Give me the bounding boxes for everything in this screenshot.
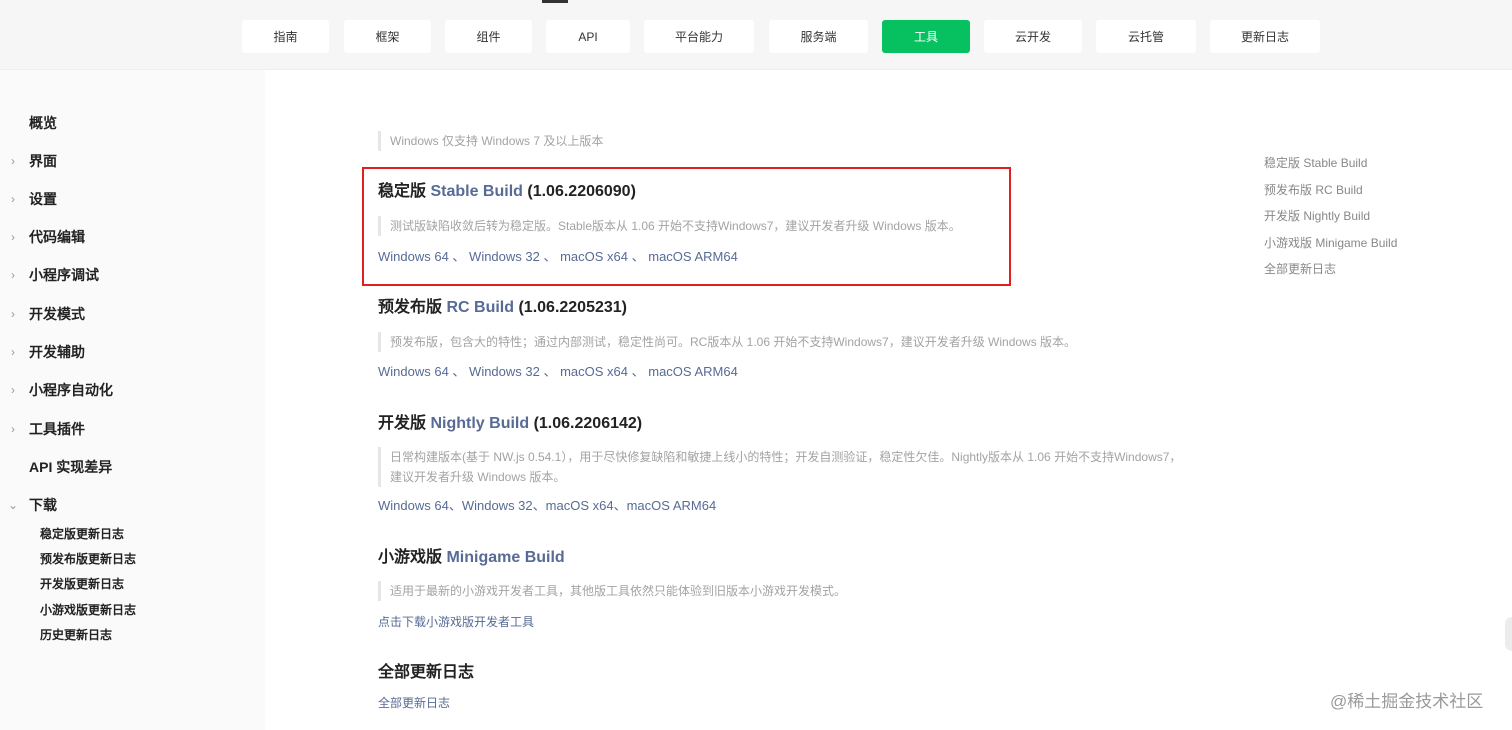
sidebar-item-overview[interactable]: 概览 xyxy=(29,113,57,133)
stable-version: (1.06.2206090) xyxy=(527,183,636,200)
rc-windows-32-link[interactable]: Windows 32 xyxy=(469,364,540,379)
link-separator: 、 xyxy=(628,249,649,264)
tab-tools[interactable]: 工具 xyxy=(882,20,970,53)
minigame-build-note: 适用于最新的小游戏开发者工具，其他版工具依然只能体验到旧版本小游戏开发模式。 xyxy=(378,581,846,601)
chevron-right-icon: › xyxy=(11,268,15,282)
tab-guide[interactable]: 指南 xyxy=(242,20,329,53)
chevron-right-icon: › xyxy=(11,230,15,244)
link-separator: 、 xyxy=(448,249,470,264)
sidebar-subitem-rc-log[interactable]: 预发布版更新日志 xyxy=(40,550,136,568)
toc-all-changelog[interactable]: 全部更新日志 xyxy=(1264,260,1336,278)
tab-cloud-hosting[interactable]: 云托管 xyxy=(1096,20,1196,53)
stable-macos-x64-link[interactable]: macOS x64 xyxy=(560,249,628,264)
tab-server[interactable]: 服务端 xyxy=(769,20,868,53)
toc-stable-build[interactable]: 稳定版 Stable Build xyxy=(1264,154,1367,172)
rc-macos-arm64-link[interactable]: macOS ARM64 xyxy=(648,364,738,379)
stable-title-en: Stable Build xyxy=(430,183,523,200)
rc-build-note: 预发布版，包含大的特性；通过内部测试，稳定性尚可。RC版本从 1.06 开始不支… xyxy=(378,332,1076,352)
minigame-build-title: 小游戏版 Minigame Build xyxy=(378,547,565,569)
main-content: Windows 仅支持 Windows 7 及以上版本 稳定版 Stable B… xyxy=(265,70,1250,730)
rc-title-cn: 预发布版 xyxy=(378,299,443,316)
stable-build-note: 测试版缺陷收敛后转为稳定版。Stable版本从 1.06 开始不支持Window… xyxy=(378,216,961,236)
sidebar-item-settings[interactable]: 设置 xyxy=(29,189,57,209)
rc-build-title: 预发布版 RC Build (1.06.2205231) xyxy=(378,297,627,319)
stable-windows-64-link[interactable]: Windows 64 xyxy=(378,249,449,264)
sidebar-item-automation[interactable]: 小程序自动化 xyxy=(29,380,113,400)
nightly-macos-arm64-link[interactable]: macOS ARM64 xyxy=(627,498,717,513)
stable-download-links: Windows 64 、 Windows 32 、 macOS x64 、 ma… xyxy=(378,248,738,266)
rc-version: (1.06.2205231) xyxy=(518,299,627,316)
all-changelog-link[interactable]: 全部更新日志 xyxy=(378,694,450,712)
nightly-build-note: 日常构建版本(基于 NW.js 0.54.1），用于尽快修复缺陷和敏捷上线小的特… xyxy=(378,447,1181,487)
nightly-build-title: 开发版 Nightly Build (1.06.2206142) xyxy=(378,413,642,435)
link-separator: 、 xyxy=(448,364,470,379)
nightly-note-line-2: 建议开发者升级 Windows 版本。 xyxy=(390,470,566,484)
toc-rc-build[interactable]: 预发布版 RC Build xyxy=(1264,181,1363,199)
nightly-windows-64-link[interactable]: Windows 64 xyxy=(378,498,449,513)
toc-nightly-build[interactable]: 开发版 Nightly Build xyxy=(1264,207,1370,225)
link-separator: 、 xyxy=(613,498,627,513)
stable-build-title: 稳定版 Stable Build (1.06.2206090) xyxy=(378,181,636,203)
nightly-download-links: Windows 64、Windows 32、macOS x64、macOS AR… xyxy=(378,497,716,515)
tab-platform[interactable]: 平台能力 xyxy=(644,20,754,53)
rc-title-en: RC Build xyxy=(446,299,515,316)
nightly-version: (1.06.2206142) xyxy=(533,415,643,432)
chevron-right-icon: › xyxy=(11,422,15,436)
tab-api[interactable]: API xyxy=(546,20,630,53)
chevron-right-icon xyxy=(8,457,18,477)
sidebar-item-download[interactable]: 下载 xyxy=(29,495,57,515)
link-separator: 、 xyxy=(448,498,462,513)
rc-macos-x64-link[interactable]: macOS x64 xyxy=(560,364,628,379)
all-changelog-title: 全部更新日志 xyxy=(378,664,475,681)
nightly-note-line-1: 日常构建版本(基于 NW.js 0.54.1），用于尽快修复缺陷和敏捷上线小的特… xyxy=(390,450,1182,464)
sidebar-item-api-diff[interactable]: API 实现差异 xyxy=(29,457,112,477)
stable-title-cn: 稳定版 xyxy=(378,183,427,200)
tab-framework[interactable]: 框架 xyxy=(344,20,431,53)
sidebar-item-code-editing[interactable]: 代码编辑 xyxy=(29,227,85,247)
rc-windows-64-link[interactable]: Windows 64 xyxy=(378,364,449,379)
toc-minigame-build[interactable]: 小游戏版 Minigame Build xyxy=(1264,234,1397,252)
link-separator: 、 xyxy=(532,498,546,513)
nightly-windows-32-link[interactable]: Windows 32 xyxy=(462,498,533,513)
windows-support-note: Windows 仅支持 Windows 7 及以上版本 xyxy=(378,131,603,151)
top-navigation: 指南 框架 组件 API 平台能力 服务端 工具 云开发 云托管 更新日志 xyxy=(0,0,1512,70)
nightly-macos-x64-link[interactable]: macOS x64 xyxy=(546,498,614,513)
sidebar-subitem-nightly-log[interactable]: 开发版更新日志 xyxy=(40,575,124,593)
link-separator: 、 xyxy=(539,364,561,379)
link-separator: 、 xyxy=(628,364,649,379)
nav-scroll-indicator xyxy=(542,0,568,3)
minigame-title-en: Minigame Build xyxy=(446,549,565,566)
watermark-text: @稀土掘金技术社区 xyxy=(1330,692,1484,711)
chevron-right-icon: › xyxy=(11,345,15,359)
chevron-right-icon: › xyxy=(11,154,15,168)
sidebar-item-dev-assist[interactable]: 开发辅助 xyxy=(29,342,85,362)
scroll-to-top-handle[interactable] xyxy=(1505,617,1512,651)
rc-download-links: Windows 64 、 Windows 32 、 macOS x64 、 ma… xyxy=(378,363,738,381)
sidebar-item-dev-mode[interactable]: 开发模式 xyxy=(29,304,85,324)
chevron-right-icon xyxy=(8,113,18,133)
sidebar-subitem-minigame-log[interactable]: 小游戏版更新日志 xyxy=(40,601,136,619)
stable-macos-arm64-link[interactable]: macOS ARM64 xyxy=(648,249,738,264)
tab-cloud-dev[interactable]: 云开发 xyxy=(984,20,1082,53)
sidebar-item-plugins[interactable]: 工具插件 xyxy=(29,419,85,439)
minigame-download-link[interactable]: 点击下载小游戏版开发者工具 xyxy=(378,613,534,631)
sidebar-item-interface[interactable]: 界面 xyxy=(29,151,57,171)
chevron-right-icon: › xyxy=(11,192,15,206)
tab-changelog[interactable]: 更新日志 xyxy=(1210,20,1320,53)
minigame-title-cn: 小游戏版 xyxy=(378,549,443,566)
chevron-right-icon: › xyxy=(11,307,15,321)
tab-components[interactable]: 组件 xyxy=(445,20,532,53)
sidebar-item-debugging[interactable]: 小程序调试 xyxy=(29,265,99,285)
nightly-title-cn: 开发版 xyxy=(378,415,427,432)
sidebar-subitem-history-log[interactable]: 历史更新日志 xyxy=(40,626,112,644)
nightly-title-en: Nightly Build xyxy=(430,415,530,432)
chevron-right-icon: › xyxy=(11,383,15,397)
chevron-down-icon: ⌄ xyxy=(8,498,19,512)
sidebar-subitem-stable-log[interactable]: 稳定版更新日志 xyxy=(40,525,124,543)
stable-windows-32-link[interactable]: Windows 32 xyxy=(469,249,540,264)
link-separator: 、 xyxy=(539,249,561,264)
